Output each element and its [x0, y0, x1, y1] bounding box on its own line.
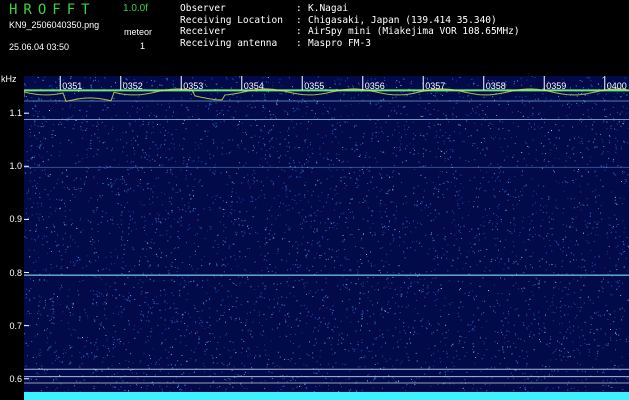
info-value: AirSpy mini (Miakejima VOR 108.65MHz)	[308, 26, 520, 37]
time-tick-label: 0359	[546, 81, 567, 91]
time-tick-label: 0352	[122, 81, 143, 91]
time-tick-label: 0354	[243, 81, 264, 91]
spectrogram-canvas	[24, 76, 629, 400]
station-info: Observer: K.Nagai Receiving Location: Ch…	[180, 3, 520, 49]
time-tick-label: 0353	[183, 81, 204, 91]
frequency-tick-label: 0.8	[9, 267, 22, 278]
frequency-tick-label: 0.6	[9, 373, 22, 384]
info-key: Receiving antenna	[180, 37, 278, 49]
info-key: Observer	[180, 3, 226, 14]
spectrogram-plot[interactable]	[24, 76, 629, 400]
info-key: Receiver	[180, 26, 226, 37]
frequency-tick-label: 0.7	[9, 320, 22, 331]
app-logo: HROFFT	[9, 2, 96, 18]
info-row-observer: Observer: K.Nagai	[180, 3, 349, 14]
meteor-count: 1	[140, 41, 146, 51]
info-value: Maspro FM-3	[308, 37, 371, 49]
noise-floor	[24, 392, 629, 400]
frequency-axis	[0, 76, 24, 400]
time-tick-label: 0358	[485, 81, 506, 91]
meteor-label: meteor	[124, 27, 153, 37]
header-panel: HROFFT 1.0.0f KN9_2506040350.png 25.06.0…	[0, 0, 629, 76]
time-tick-label: 0356	[364, 81, 385, 91]
app-version: 1.0.0f	[123, 3, 149, 14]
frequency-tick-label: 0.9	[9, 214, 22, 225]
frequency-tick-label: 1.0	[9, 161, 22, 172]
time-tick-label: 0351	[62, 81, 83, 91]
spectrogram-background	[24, 76, 629, 400]
info-value: Chigasaki, Japan (139.414 35.340)	[308, 14, 497, 26]
time-tick-label: 0357	[425, 81, 446, 91]
time-tick-label: 0400	[606, 81, 627, 91]
capture-datetime: 25.06.04 03:50	[9, 42, 70, 52]
time-tick-label: 0355	[304, 81, 325, 91]
info-row-receiver: Receiver: AirSpy mini (Miakejima VOR 108…	[180, 26, 520, 37]
frequency-tick-label: 1.1	[9, 108, 22, 119]
info-value: K.Nagai	[308, 3, 349, 14]
frequency-unit: kHz	[1, 74, 17, 84]
info-row-location: Receiving Location: Chigasaki, Japan (13…	[180, 14, 497, 26]
info-key: Receiving Location	[180, 14, 283, 26]
info-row-antenna: Receiving antenna: Maspro FM-3	[180, 37, 371, 49]
file-name: KN9_2506040350.png	[9, 20, 100, 30]
